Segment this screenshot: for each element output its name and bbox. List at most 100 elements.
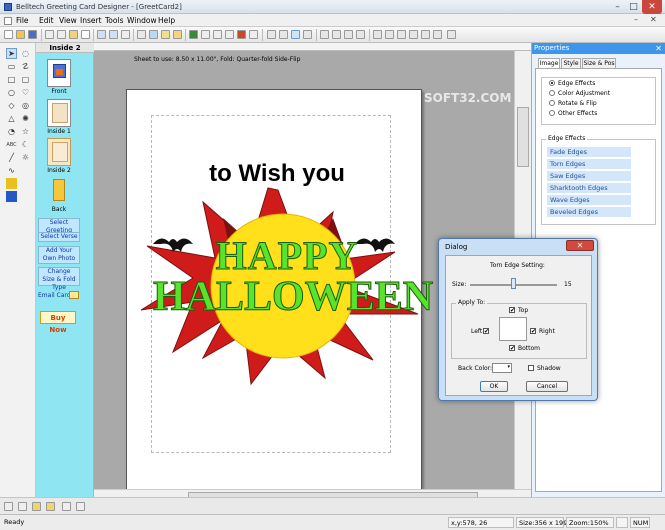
menu-tools[interactable]: Tools [105,16,123,25]
top-checkbox[interactable]: ✔ [509,307,515,314]
freehand-icon[interactable]: ∿ [6,165,17,176]
lasso-icon[interactable]: ◌ [20,48,31,59]
tab-style[interactable]: Style [561,58,581,68]
edge-torn[interactable]: Torn Edges [547,159,631,169]
cancel-button[interactable]: Cancel [526,381,568,392]
new-icon[interactable] [4,30,13,39]
mdi-minimize-button[interactable]: – [634,15,638,24]
ok-button[interactable]: OK [480,381,508,392]
zoom-in-icon[interactable] [201,30,210,39]
add-photo-button[interactable]: Add Your Own Photo [38,246,80,264]
left-checkbox[interactable]: ✔ [483,328,489,335]
calendar-tool-icon[interactable] [6,191,17,202]
dialog-close-button[interactable]: ✕ [566,240,594,251]
copy-icon[interactable] [57,30,66,39]
mdi-close-button[interactable]: ✕ [650,15,657,24]
curve-text-icon[interactable]: ☡ [20,61,31,72]
edge-fade[interactable]: Fade Edges [547,147,631,157]
group-icon[interactable] [397,30,406,39]
star-icon[interactable]: ☆ [20,126,31,137]
page-thumb-inside-1[interactable] [47,99,71,127]
right-checkbox[interactable]: ✔ [530,328,536,335]
abc-text-icon[interactable]: ABC [6,139,17,150]
align-right-icon[interactable] [344,30,353,39]
page-next-icon[interactable] [76,502,85,511]
open-icon[interactable] [16,30,25,39]
menu-edit[interactable]: Edit [39,16,54,25]
edge-saw[interactable]: Saw Edges [547,171,631,181]
rounded-rect-icon[interactable]: ▢ [20,74,31,85]
maximize-button[interactable]: □ [626,0,641,14]
page-delete-icon[interactable] [62,502,71,511]
align-objects-icon[interactable] [421,30,430,39]
menu-window[interactable]: Window [127,16,157,25]
edge-sharktooth[interactable]: Sharktooth Edges [547,183,631,193]
page-thumb-front[interactable] [47,59,71,87]
zoom-out-icon[interactable] [213,30,222,39]
ellipse-icon[interactable]: ○ [6,87,17,98]
tab-size-pos[interactable]: Size & Pos [582,58,616,68]
underline-icon[interactable] [303,30,312,39]
page-add-icon[interactable] [32,502,41,511]
burst-icon[interactable]: ✺ [20,113,31,124]
text-tool-icon[interactable]: ▭ [6,61,17,72]
send-back-icon[interactable] [385,30,394,39]
properties-close-icon[interactable]: ✕ [655,43,662,54]
page-copy-icon[interactable] [46,502,55,511]
bring-front-icon[interactable] [373,30,382,39]
radio-color-adjustment[interactable]: Color Adjustment [549,90,610,97]
pie-icon[interactable]: ◔ [6,126,17,137]
sun-icon[interactable]: ☼ [20,152,31,163]
page-thumb-inside-2[interactable] [47,138,71,166]
shadow-checkbox[interactable] [528,365,534,371]
paste-icon[interactable] [69,30,78,39]
zoom-fit-icon[interactable] [225,30,234,39]
ungroup-icon[interactable] [409,30,418,39]
diamond-icon[interactable]: ◇ [6,100,17,111]
triangle-icon[interactable]: △ [6,113,17,124]
menu-insert[interactable]: Insert [80,16,102,25]
card-page[interactable]: to Wish you HAPPY HALLOWEEN [126,89,434,505]
rectangle-icon[interactable]: □ [6,74,17,85]
save-icon[interactable] [28,30,37,39]
font-size-icon[interactable] [267,30,276,39]
back-color-picker[interactable]: ▾ [492,363,512,373]
moon-icon[interactable]: ☾ [20,139,31,150]
preview-icon[interactable] [149,30,158,39]
tab-image[interactable]: Image [538,58,560,68]
email-icon[interactable] [161,30,170,39]
bold-icon[interactable] [279,30,288,39]
buy-now-button[interactable]: Buy Now [40,311,76,334]
page-first-icon[interactable] [4,502,13,511]
paint-icon[interactable] [237,30,246,39]
radio-other-effects[interactable]: Other Effects [549,110,597,117]
change-size-button[interactable]: Change Size & Fold Type [38,267,80,291]
radio-edge-effects[interactable]: Edge Effects [549,80,595,87]
distribute-icon[interactable] [433,30,442,39]
circle-icon[interactable]: ◎ [20,100,31,111]
image-icon[interactable] [189,30,198,39]
email-card-link[interactable]: Email Card [38,292,71,299]
flip-icon[interactable] [447,30,456,39]
bottom-checkbox[interactable]: ✔ [509,345,515,352]
page-prev-icon[interactable] [18,502,27,511]
rotate-icon[interactable] [121,30,130,39]
heart-icon[interactable]: ♡ [20,87,31,98]
menu-view[interactable]: View [59,16,77,25]
line-icon[interactable]: ╱ [6,152,17,163]
envelope-icon[interactable] [69,291,79,299]
page-thumb-back[interactable] [47,177,71,205]
menu-help[interactable]: Help [158,16,175,25]
document-icon[interactable] [4,17,12,25]
undo-icon[interactable] [97,30,106,39]
minimize-button[interactable]: – [610,0,625,14]
justify-icon[interactable] [356,30,365,39]
folder-icon[interactable] [173,30,182,39]
radio-rotate-flip[interactable]: Rotate & Flip [549,100,597,107]
photo-tool-icon[interactable] [6,178,17,189]
delete-icon[interactable] [81,30,90,39]
cut-icon[interactable] [45,30,54,39]
print-icon[interactable] [137,30,146,39]
align-left-icon[interactable] [320,30,329,39]
edge-wave[interactable]: Wave Edges [547,195,631,205]
